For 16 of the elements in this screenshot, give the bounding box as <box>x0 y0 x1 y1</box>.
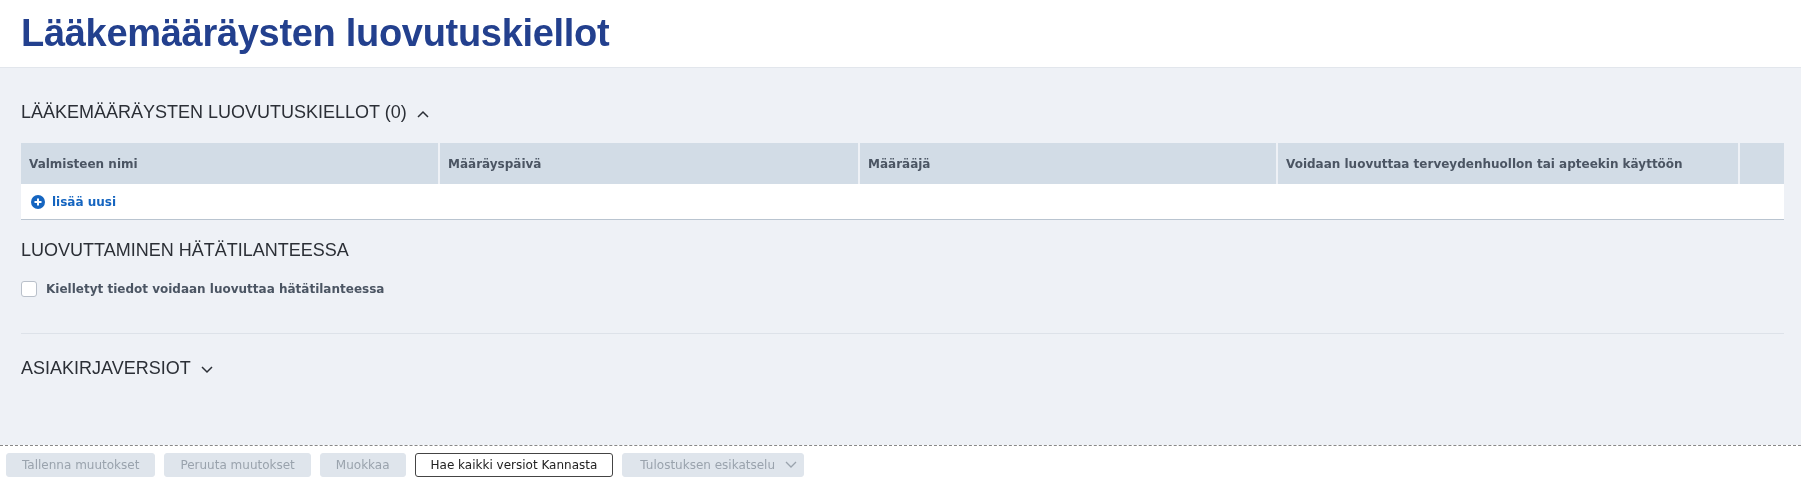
collapse-icon[interactable] <box>416 110 429 118</box>
action-button[interactable]: Hae kaikki versiot Kannasta <box>414 453 614 477</box>
column-header: Määrääjä <box>860 143 1278 184</box>
checkbox[interactable] <box>21 281 37 297</box>
page-title: Lääkemääräysten luovutuskiellot <box>21 12 610 55</box>
checkbox-label: Kielletyt tiedot voidaan luovuttaa hätätilanteessa <box>46 282 385 296</box>
caret-icon <box>785 461 798 469</box>
column-header: Määräyspäivä <box>440 143 860 184</box>
section-heading: LÄÄKEMÄÄRÄYSTEN LUOVUTUSKIELLOT (0) <box>21 102 407 123</box>
add-icon <box>31 194 45 209</box>
column-header: Valmisteen nimi <box>21 143 440 184</box>
column-header: Voidaan luovuttaa terveydenhuollon tai apteekin käyttöön <box>1278 143 1740 184</box>
expand-icon[interactable] <box>200 366 213 374</box>
section-heading: ASIAKIRJAVERSIOT <box>21 358 191 379</box>
section-heading: LUOVUTTAMINEN HÄTÄTILANTEESSA <box>21 240 349 261</box>
add-new-link[interactable]: lisää uusi <box>31 194 117 209</box>
